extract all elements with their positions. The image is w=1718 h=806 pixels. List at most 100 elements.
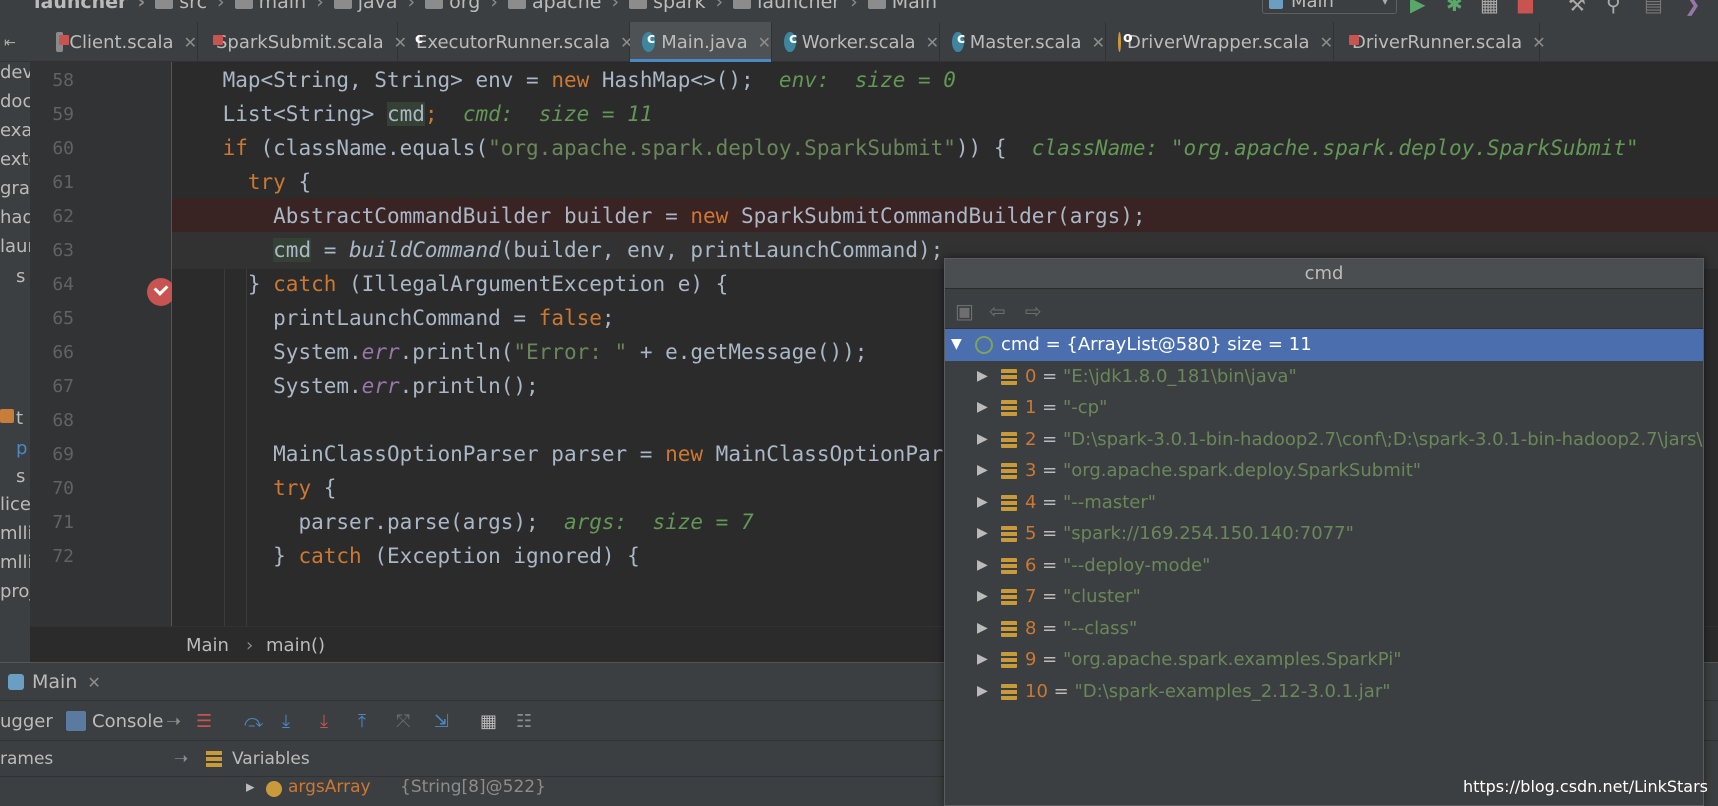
close-icon[interactable]: ✕ (1320, 33, 1333, 52)
path-crumb[interactable]: spark › (629, 0, 733, 13)
project-tree-item[interactable]: laun (0, 236, 30, 258)
project-tree-item[interactable]: had (0, 207, 30, 229)
evaluate-expression-icon[interactable]: ▦ (480, 711, 497, 732)
tree-root-row[interactable]: ▼ cmd = {ArrayList@580} size = 11 (945, 329, 1703, 361)
step-over-icon[interactable]: ⤼ (244, 711, 263, 732)
project-tree-item[interactable]: s (16, 266, 25, 288)
project-tree-item[interactable]: s (16, 466, 25, 488)
expand-arrow-icon[interactable]: ▶ (977, 676, 988, 708)
code-line-60[interactable]: if (className.equals("org.apache.spark.d… (172, 130, 1718, 167)
variables-row[interactable]: ▸ argsArray {String[8]@522} (0, 777, 945, 806)
debug-icon[interactable]: ✱ (1446, 0, 1463, 14)
expand-arrow-icon[interactable]: ▶ (977, 518, 988, 550)
path-crumb[interactable]: launcher › (733, 0, 868, 13)
close-icon[interactable]: ✕ (758, 33, 771, 52)
trace-icon[interactable]: ☷ (516, 711, 532, 732)
back-arrow-icon[interactable]: ⇦ (989, 299, 1006, 323)
run-configuration-select[interactable]: Main ▾ (1262, 0, 1397, 14)
tree-item-row[interactable]: ▶ 8 = "--class" (945, 613, 1703, 645)
project-tree-item[interactable]: p (16, 438, 27, 460)
tab-driverrunner-scala[interactable]: DriverRunner.scala ✕ (1334, 22, 1546, 62)
split-editor-icon[interactable]: ⇤ (0, 22, 30, 62)
expand-arrow-icon[interactable]: ▸ (246, 777, 255, 797)
close-icon[interactable]: ✕ (184, 33, 197, 52)
project-tree-item[interactable]: licer (0, 494, 30, 516)
force-step-into-icon[interactable]: ⤓ (320, 711, 328, 732)
tree-item-row[interactable]: ▶ 7 = "cluster" (945, 581, 1703, 613)
expand-arrow-icon[interactable]: ▶ (977, 361, 988, 393)
path-crumb[interactable]: launcher › (28, 0, 155, 13)
expand-arrow-icon[interactable]: ▶ (977, 613, 988, 645)
expand-arrow-icon[interactable]: ▶ (977, 644, 988, 676)
step-out-icon[interactable]: ⤒ (358, 711, 366, 732)
project-tree-item[interactable]: doc (0, 91, 30, 113)
editor-gutter[interactable]: 58 59 60 61 62 63 64 65 66 67 68 69 70 71 72 (30, 62, 175, 626)
code-line-59[interactable]: List<String> cmd; cmd: size = 11 (172, 96, 1718, 133)
tree-item-row[interactable]: ▶ 6 = "--deploy-mode" (945, 550, 1703, 582)
structure-icon[interactable]: ▤ (1644, 0, 1663, 14)
tree-item-row[interactable]: ▶ 5 = "spark://169.254.150.140:7077" (945, 518, 1703, 550)
path-crumb[interactable]: apache › (507, 0, 629, 13)
tab-executorrunner-scala[interactable]: ExecutorRunner.scala ✕ (398, 22, 634, 62)
stop-icon[interactable]: ■ (1516, 0, 1535, 14)
step-into-icon[interactable]: ⤓ (282, 711, 290, 732)
project-tree-item[interactable]: mllil (0, 523, 30, 545)
expand-arrow-icon[interactable]: ▼ (951, 329, 962, 361)
run-icon[interactable]: ▶ (1410, 0, 1425, 14)
path-crumb[interactable]: Main (867, 0, 937, 13)
code-line-58[interactable]: Map<String, String> env = new HashMap<>(… (172, 62, 1718, 99)
tab-main-java[interactable]: Main.java ✕ (630, 22, 772, 62)
vcs-icon[interactable]: ❯ (1684, 0, 1701, 14)
project-tree-item[interactable]: grap (0, 178, 30, 200)
tree-item-row[interactable]: ▶ 0 = "E:\jdk1.8.0_181\bin\java" (945, 361, 1703, 393)
tree-item-row[interactable]: ▶ 10 = "D:\spark-examples_2.12-3.0.1.jar" (945, 676, 1703, 708)
close-icon[interactable]: ✕ (1092, 33, 1105, 52)
close-icon[interactable]: ✕ (926, 33, 939, 52)
forward-arrow-icon[interactable]: ⇨ (1025, 299, 1042, 323)
tab-sparksubmit-scala[interactable]: SparkSubmit.scala ✕ (198, 22, 407, 62)
expand-arrow-icon[interactable]: ▶ (977, 455, 988, 487)
run-to-cursor-icon[interactable]: ⇲ (434, 711, 449, 732)
project-tree-item[interactable]: mlli (0, 552, 30, 574)
debug-session-tab[interactable]: Main ✕ (8, 671, 101, 693)
pin-icon[interactable]: ➝ (174, 749, 188, 769)
close-icon[interactable]: ✕ (1532, 33, 1545, 52)
search-everywhere-icon[interactable]: ⚲ (1606, 0, 1621, 14)
project-tree-item[interactable]: dev (0, 62, 30, 84)
project-tree-item[interactable]: exte (0, 149, 30, 171)
path-crumb[interactable]: src › (155, 0, 234, 13)
expand-arrow-icon[interactable]: ▶ (977, 424, 988, 456)
project-tree-item[interactable]: t (16, 408, 23, 430)
expand-arrow-icon[interactable]: ▶ (977, 487, 988, 519)
tab-worker-scala[interactable]: Worker.scala ✕ (772, 22, 940, 62)
breadcrumb-class[interactable]: Main (186, 635, 229, 656)
tab-driverwrapper-scala[interactable]: DriverWrapper.scala ✕ (1106, 22, 1334, 62)
pin-icon[interactable]: ➝ (166, 711, 181, 732)
tab-master-scala[interactable]: Master.scala ✕ (940, 22, 1106, 62)
path-crumb[interactable]: main › (234, 0, 334, 13)
tab-debugger[interactable]: ugger (0, 711, 53, 732)
close-icon[interactable]: ✕ (87, 673, 100, 692)
tree-item-row[interactable]: ▶ 4 = "--master" (945, 487, 1703, 519)
tab-console[interactable]: Console (92, 711, 163, 732)
tree-item-row[interactable]: ▶ 1 = "-cp" (945, 392, 1703, 424)
tree-item-row[interactable]: ▶ 3 = "org.apache.spark.deploy.SparkSubmi… (945, 455, 1703, 487)
watch-icon[interactable]: ▣ (955, 299, 974, 323)
code-line-61[interactable]: try { (172, 164, 1718, 201)
build-icon[interactable]: ⚒ (1568, 0, 1586, 14)
project-tree-item[interactable]: proj (0, 581, 30, 603)
coverage-icon[interactable]: ▦ (1480, 0, 1499, 14)
expand-arrow-icon[interactable]: ▶ (977, 581, 988, 613)
drop-frame-icon[interactable]: ⤧ (396, 711, 410, 732)
expand-arrow-icon[interactable]: ▶ (977, 392, 988, 424)
path-crumb[interactable]: java › (333, 0, 425, 13)
path-crumb[interactable]: org › (425, 0, 508, 13)
breakpoint-icon[interactable] (147, 278, 175, 306)
project-tree-item[interactable]: exan (0, 120, 30, 142)
code-line-62[interactable]: AbstractCommandBuilder builder = new Spa… (172, 198, 1718, 235)
tree-item-row[interactable]: ▶ 9 = "org.apache.spark.examples.SparkPi" (945, 644, 1703, 676)
tree-item-row[interactable]: ▶ 2 = "D:\spark-3.0.1-bin-hadoop2.7\conf\… (945, 424, 1703, 456)
tab-client-scala[interactable]: Client.scala ✕ (44, 22, 198, 62)
show-execution-point-icon[interactable]: ☰ (196, 711, 212, 732)
breadcrumb-method[interactable]: main() (266, 635, 325, 656)
